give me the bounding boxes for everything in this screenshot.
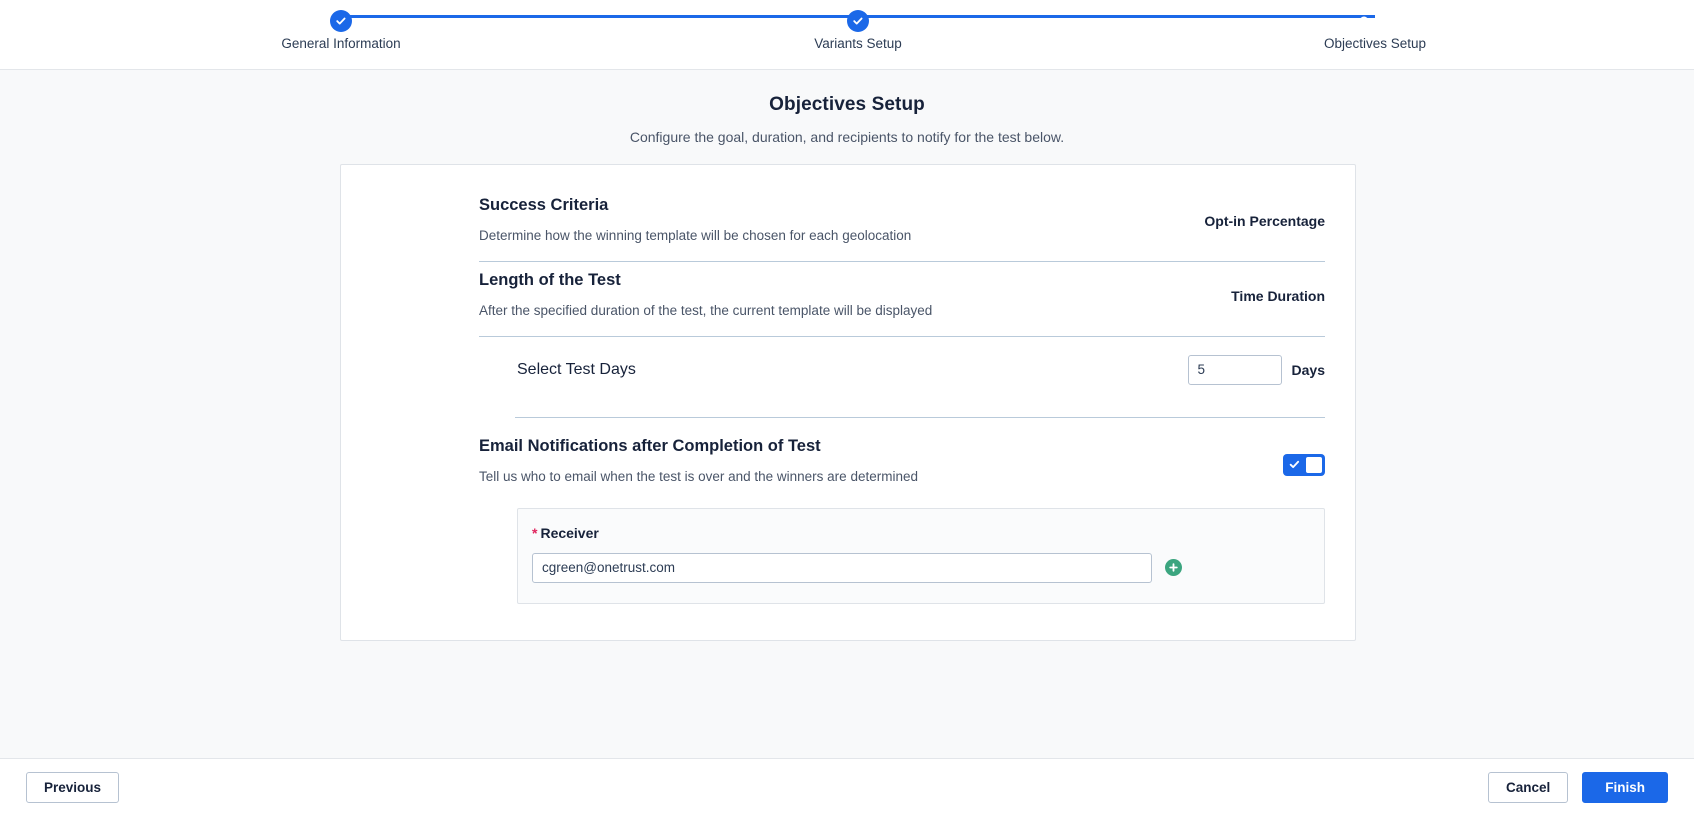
receiver-panel: *Receiver xyxy=(517,508,1325,604)
footer-right-actions: Cancel Finish xyxy=(1488,772,1668,803)
stepper-step-label: General Information xyxy=(281,36,400,51)
step-connector xyxy=(858,15,1375,18)
success-criteria-value: Opt-in Percentage xyxy=(1204,195,1325,229)
receiver-label-text: Receiver xyxy=(540,525,598,541)
section-title: Email Notifications after Completion of … xyxy=(479,436,918,457)
check-circle-icon xyxy=(847,10,869,32)
cancel-button[interactable]: Cancel xyxy=(1488,772,1568,803)
step-connector xyxy=(341,15,858,18)
page-subtitle: Configure the goal, duration, and recipi… xyxy=(0,129,1694,145)
test-days-label: Select Test Days xyxy=(517,361,636,379)
receiver-label: *Receiver xyxy=(532,525,1306,541)
card-content: Success Criteria Determine how the winni… xyxy=(341,165,1355,640)
section-title: Length of the Test xyxy=(479,270,932,291)
stepper-step-variants-setup[interactable]: Variants Setup xyxy=(847,0,1364,32)
previous-button[interactable]: Previous xyxy=(26,772,119,803)
section-success-criteria: Success Criteria Determine how the winni… xyxy=(479,187,1325,262)
step-marker-row: Variants Setup xyxy=(847,0,1364,32)
page-heading: Objectives Setup Configure the goal, dur… xyxy=(0,70,1694,145)
page-title: Objectives Setup xyxy=(0,94,1694,116)
section-row: Length of the Test After the specified d… xyxy=(479,270,1325,320)
test-days-section: Select Test Days Days xyxy=(479,337,1325,418)
receiver-input-row xyxy=(532,553,1306,583)
receiver-email-input[interactable] xyxy=(532,553,1152,583)
test-days-unit-label: Days xyxy=(1292,362,1325,378)
section-length-of-test: Length of the Test After the specified d… xyxy=(479,262,1325,337)
stepper-step-general-information[interactable]: General Information xyxy=(330,0,847,32)
check-icon xyxy=(1286,459,1302,470)
stepper-step-label: Objectives Setup xyxy=(1324,36,1426,51)
test-days-row: Select Test Days Days xyxy=(479,337,1325,401)
section-title: Success Criteria xyxy=(479,195,911,216)
section-email-notifications: Email Notifications after Completion of … xyxy=(479,418,1325,486)
email-notifications-toggle[interactable] xyxy=(1283,454,1325,476)
test-days-input[interactable] xyxy=(1188,355,1282,385)
section-description: Determine how the winning template will … xyxy=(479,227,911,245)
stepper-step-label: Variants Setup xyxy=(814,36,902,51)
section-text: Length of the Test After the specified d… xyxy=(479,270,932,320)
finish-button[interactable]: Finish xyxy=(1582,772,1668,803)
toggle-knob xyxy=(1306,457,1322,473)
check-circle-icon xyxy=(330,10,352,32)
stepper-track: General Information Variants Setup Objec… xyxy=(0,0,1694,70)
length-of-test-value: Time Duration xyxy=(1231,270,1325,304)
section-row: Success Criteria Determine how the winni… xyxy=(479,195,1325,245)
required-asterisk: * xyxy=(532,525,537,541)
footer-action-bar: Previous Cancel Finish xyxy=(0,758,1694,816)
step-marker-row: General Information xyxy=(330,0,847,32)
section-text: Email Notifications after Completion of … xyxy=(479,436,918,486)
section-description: Tell us who to email when the test is ov… xyxy=(479,468,918,486)
test-days-control: Days xyxy=(1188,355,1325,385)
section-description: After the specified duration of the test… xyxy=(479,302,932,320)
section-text: Success Criteria Determine how the winni… xyxy=(479,195,911,245)
objectives-setup-card: Success Criteria Determine how the winni… xyxy=(340,164,1356,641)
wizard-stepper: General Information Variants Setup Objec… xyxy=(0,0,1694,70)
plus-circle-icon[interactable] xyxy=(1165,559,1182,576)
